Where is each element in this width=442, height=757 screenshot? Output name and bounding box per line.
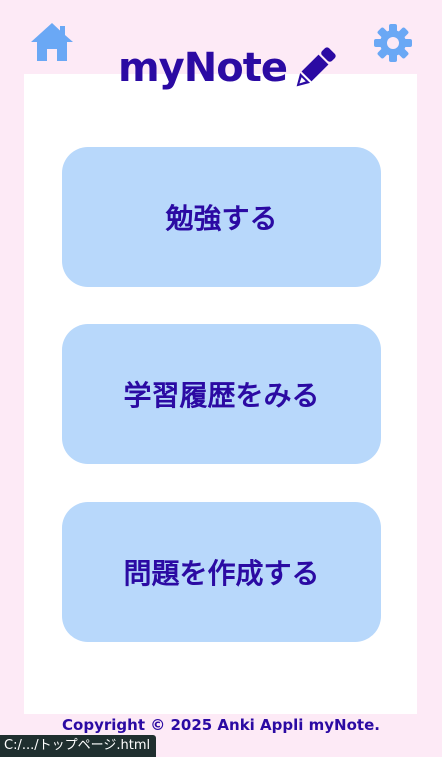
study-button-label: 勉強する (165, 202, 278, 235)
pencil-icon (296, 47, 336, 87)
create-question-button[interactable]: 問題を作成する (62, 502, 381, 642)
app-logo[interactable]: myNote (118, 40, 341, 96)
home-button[interactable] (28, 20, 76, 64)
gear-icon (374, 24, 412, 62)
home-icon (31, 23, 73, 61)
footer-copyright: Copyright © 2025 Anki Appli myNote. (62, 716, 380, 734)
create-question-button-label: 問題を作成する (123, 557, 320, 590)
page: myNote 勉強する 学習履歴をみる 問題を作成する Copyright © … (0, 0, 442, 757)
view-history-button[interactable]: 学習履歴をみる (62, 324, 381, 464)
logo-text: myNote (118, 45, 288, 91)
view-history-button-label: 学習履歴をみる (123, 379, 320, 412)
status-bar-url: C:/.../トップページ.html (0, 735, 157, 757)
study-button[interactable]: 勉強する (62, 147, 381, 287)
settings-button[interactable] (372, 22, 414, 64)
